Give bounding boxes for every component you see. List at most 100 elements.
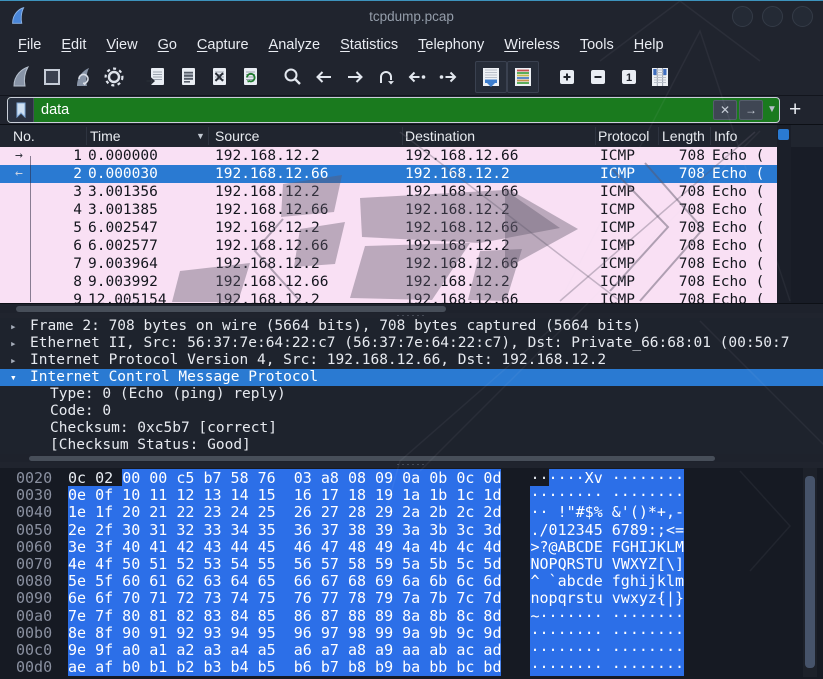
menu-item-statistics[interactable]: Statistics [330, 34, 408, 56]
hex-bytes-highlighted[interactable]: 6e 6f 70 71 72 73 74 75 76 77 78 79 7a 7… [68, 589, 502, 608]
detail-line-7[interactable]: [Checksum Status: Good] [0, 437, 823, 454]
menu-item-file[interactable]: File [8, 34, 51, 56]
expander-closed-icon[interactable]: ▸ [10, 318, 17, 335]
column-separator[interactable] [402, 127, 403, 145]
hex-bytes-highlighted[interactable]: ae af b0 b1 b2 b3 b4 b5 b6 b7 b8 b9 ba b… [68, 658, 502, 677]
ascii-highlighted[interactable]: NOPQRSTU VWXYZ[\] [530, 554, 685, 573]
toolbar-restart-capture-button[interactable] [67, 62, 98, 92]
filter-clear-button[interactable]: ✕ [713, 99, 737, 120]
filter-add-button[interactable]: + [789, 99, 801, 120]
column-separator[interactable] [208, 127, 209, 145]
hex-row-0090[interactable]: 0090 6e 6f 70 71 72 73 74 75 76 77 78 79 … [0, 589, 823, 608]
toolbar-previous-packet-button[interactable] [401, 62, 432, 92]
hex-row-0030[interactable]: 0030 0e 0f 10 11 12 13 14 15 16 17 18 19 … [0, 486, 823, 505]
menu-item-capture[interactable]: Capture [187, 34, 259, 56]
scrollbar-thumb[interactable] [16, 306, 446, 312]
packet-row-5[interactable]: 5 6.002547 192.168.12.2 192.168.12.66 ICMP 70… [0, 219, 777, 237]
column-separator[interactable] [86, 127, 87, 145]
hex-row-00a0[interactable]: 00a0 7e 7f 80 81 82 83 84 85 86 87 88 89 … [0, 606, 823, 625]
toolbar-go-to-packet-button[interactable] [370, 62, 401, 92]
display-filter-input[interactable] [34, 97, 713, 122]
ascii-highlighted[interactable]: ~······· ········ [530, 606, 685, 625]
scrollbar-thumb[interactable] [778, 129, 789, 140]
packet-row-2[interactable]: ← 2 0.000030 192.168.12.66 192.168.12.2 ICMP 7… [0, 165, 777, 183]
column-header-info[interactable]: Info [714, 128, 737, 144]
hex-bytes-highlighted[interactable]: 2e 2f 30 31 32 33 34 35 36 37 38 39 3a 3… [68, 520, 502, 539]
hex-bytes-highlighted[interactable]: 1e 1f 20 21 22 23 24 25 26 27 28 29 2a 2… [68, 503, 502, 522]
toolbar-find-packet-button[interactable] [277, 62, 308, 92]
toolbar-start-capture-button[interactable] [5, 62, 36, 92]
detail-line-5[interactable]: Code: 0 [0, 403, 823, 420]
ascii-highlighted[interactable]: ····Xv ········ [548, 469, 685, 487]
toolbar-close-file-button[interactable] [203, 62, 234, 92]
menu-item-view[interactable]: View [96, 34, 147, 56]
column-header-destination[interactable]: Destination [405, 128, 475, 144]
packet-row-7[interactable]: 7 9.003964 192.168.12.2 192.168.12.66 ICMP 70… [0, 255, 777, 273]
filter-bookmark-button[interactable] [8, 97, 34, 122]
minimize-button[interactable] [732, 6, 753, 27]
detail-line-4[interactable]: Type: 0 (Echo (ping) reply) [0, 386, 823, 403]
column-header-no[interactable]: No. [13, 128, 35, 144]
packet-list-vertical-scrollbar[interactable] [777, 125, 791, 313]
detail-line-3[interactable]: ▾ Internet Control Message Protocol [0, 369, 823, 386]
column-separator[interactable] [595, 127, 596, 145]
toolbar-auto-scroll-button[interactable] [475, 60, 507, 93]
detail-line-0[interactable]: ▸ Frame 2: 708 bytes on wire (5664 bits),… [0, 318, 823, 335]
ascii-plain[interactable]: ·· [530, 469, 548, 487]
menu-item-edit[interactable]: Edit [51, 34, 96, 56]
column-header-length[interactable]: Length [662, 128, 705, 144]
hex-bytes-highlighted[interactable]: 5e 5f 60 61 62 63 64 65 66 67 68 69 6a 6… [68, 572, 502, 591]
ascii-highlighted[interactable]: ········ ········ [530, 486, 685, 505]
ascii-highlighted[interactable]: ········ ········ [530, 640, 685, 659]
packet-row-6[interactable]: 6 6.002577 192.168.12.66 192.168.12.2 ICMP 70… [0, 237, 777, 255]
toolbar-capture-options-button[interactable] [98, 62, 129, 92]
toolbar-zoom-in-button[interactable] [551, 62, 582, 92]
ascii-highlighted[interactable]: ./012345 6789:;<= [530, 520, 685, 539]
hex-row-0020[interactable]: 0020 0c 02 00 00 c5 b7 58 76 03 a8 08 09 … [0, 469, 823, 487]
toolbar-stop-capture-button[interactable] [36, 62, 67, 92]
column-header-time[interactable]: Time [90, 128, 121, 144]
hex-row-00c0[interactable]: 00c0 9e 9f a0 a1 a2 a3 a4 a5 a6 a7 a8 a9 … [0, 640, 823, 659]
detail-line-1[interactable]: ▸ Ethernet II, Src: 56:37:7e:64:22:c7 (56… [0, 335, 823, 352]
hex-bytes-highlighted[interactable]: 9e 9f a0 a1 a2 a3 a4 a5 a6 a7 a8 a9 aa a… [68, 640, 502, 659]
toolbar-go-forward-button[interactable] [339, 62, 370, 92]
toolbar-zoom-out-button[interactable] [582, 62, 613, 92]
expander-closed-icon[interactable]: ▸ [10, 352, 17, 369]
hex-bytes-highlighted[interactable]: 8e 8f 90 91 92 93 94 95 96 97 98 99 9a 9… [68, 623, 502, 642]
ascii-highlighted[interactable]: ^_`abcde fghijklm [530, 572, 685, 591]
hex-bytes-highlighted[interactable]: 3e 3f 40 41 42 43 44 45 46 47 48 49 4a 4… [68, 537, 502, 556]
column-separator[interactable] [658, 127, 659, 145]
detail-line-2[interactable]: ▸ Internet Protocol Version 4, Src: 192.1… [0, 352, 823, 369]
toolbar-resize-columns-button[interactable] [644, 62, 675, 92]
hex-row-0080[interactable]: 0080 5e 5f 60 61 62 63 64 65 66 67 68 69 … [0, 572, 823, 591]
column-header-protocol[interactable]: Protocol [598, 128, 649, 144]
hex-bytes-highlighted[interactable]: 00 00 c5 b7 58 76 03 a8 08 09 0a 0b 0c 0… [122, 469, 502, 487]
menu-item-analyze[interactable]: Analyze [259, 34, 331, 56]
hex-row-0050[interactable]: 0050 2e 2f 30 31 32 33 34 35 36 37 38 39 … [0, 520, 823, 539]
hex-bytes-highlighted[interactable]: 4e 4f 50 51 52 53 54 55 56 57 58 59 5a 5… [68, 554, 502, 573]
menu-item-tools[interactable]: Tools [570, 34, 624, 56]
hex-row-00b0[interactable]: 00b0 8e 8f 90 91 92 93 94 95 96 97 98 99 … [0, 623, 823, 642]
hex-row-0040[interactable]: 0040 1e 1f 20 21 22 23 24 25 26 27 28 29 … [0, 503, 823, 522]
hex-bytes-highlighted[interactable]: 0e 0f 10 11 12 13 14 15 16 17 18 19 1a 1… [68, 486, 502, 505]
column-header-source[interactable]: Source [215, 128, 259, 144]
ascii-highlighted[interactable]: ·· !"#$% &'()*+,- [530, 503, 685, 522]
menu-item-help[interactable]: Help [624, 34, 674, 56]
toolbar-next-packet-button[interactable] [432, 62, 463, 92]
ascii-highlighted[interactable]: ········ ········ [530, 658, 685, 677]
bytes-vertical-scrollbar[interactable] [803, 468, 817, 677]
hex-row-00d0[interactable]: 00d0 ae af b0 b1 b2 b3 b4 b5 b6 b7 b8 b9 … [0, 658, 823, 677]
packet-row-4[interactable]: 4 3.001385 192.168.12.66 192.168.12.2 ICMP 70… [0, 201, 777, 219]
ascii-highlighted[interactable]: ········ ········ [530, 623, 685, 642]
hex-bytes-highlighted[interactable]: 7e 7f 80 81 82 83 84 85 86 87 88 89 8a 8… [68, 606, 502, 625]
scrollbar-thumb[interactable] [805, 476, 815, 668]
packet-row-8[interactable]: 8 9.003992 192.168.12.66 192.168.12.2 ICMP 70… [0, 273, 777, 291]
expander-closed-icon[interactable]: ▸ [10, 335, 17, 352]
ascii-highlighted[interactable]: >?@ABCDE FGHIJKLM [530, 537, 685, 556]
close-button[interactable] [792, 6, 813, 27]
toolbar-go-back-button[interactable] [308, 62, 339, 92]
toolbar-open-file-button[interactable] [141, 62, 172, 92]
maximize-button[interactable] [762, 6, 783, 27]
toolbar-reload-file-button[interactable] [234, 62, 265, 92]
toolbar-colorize-button[interactable] [507, 60, 539, 93]
